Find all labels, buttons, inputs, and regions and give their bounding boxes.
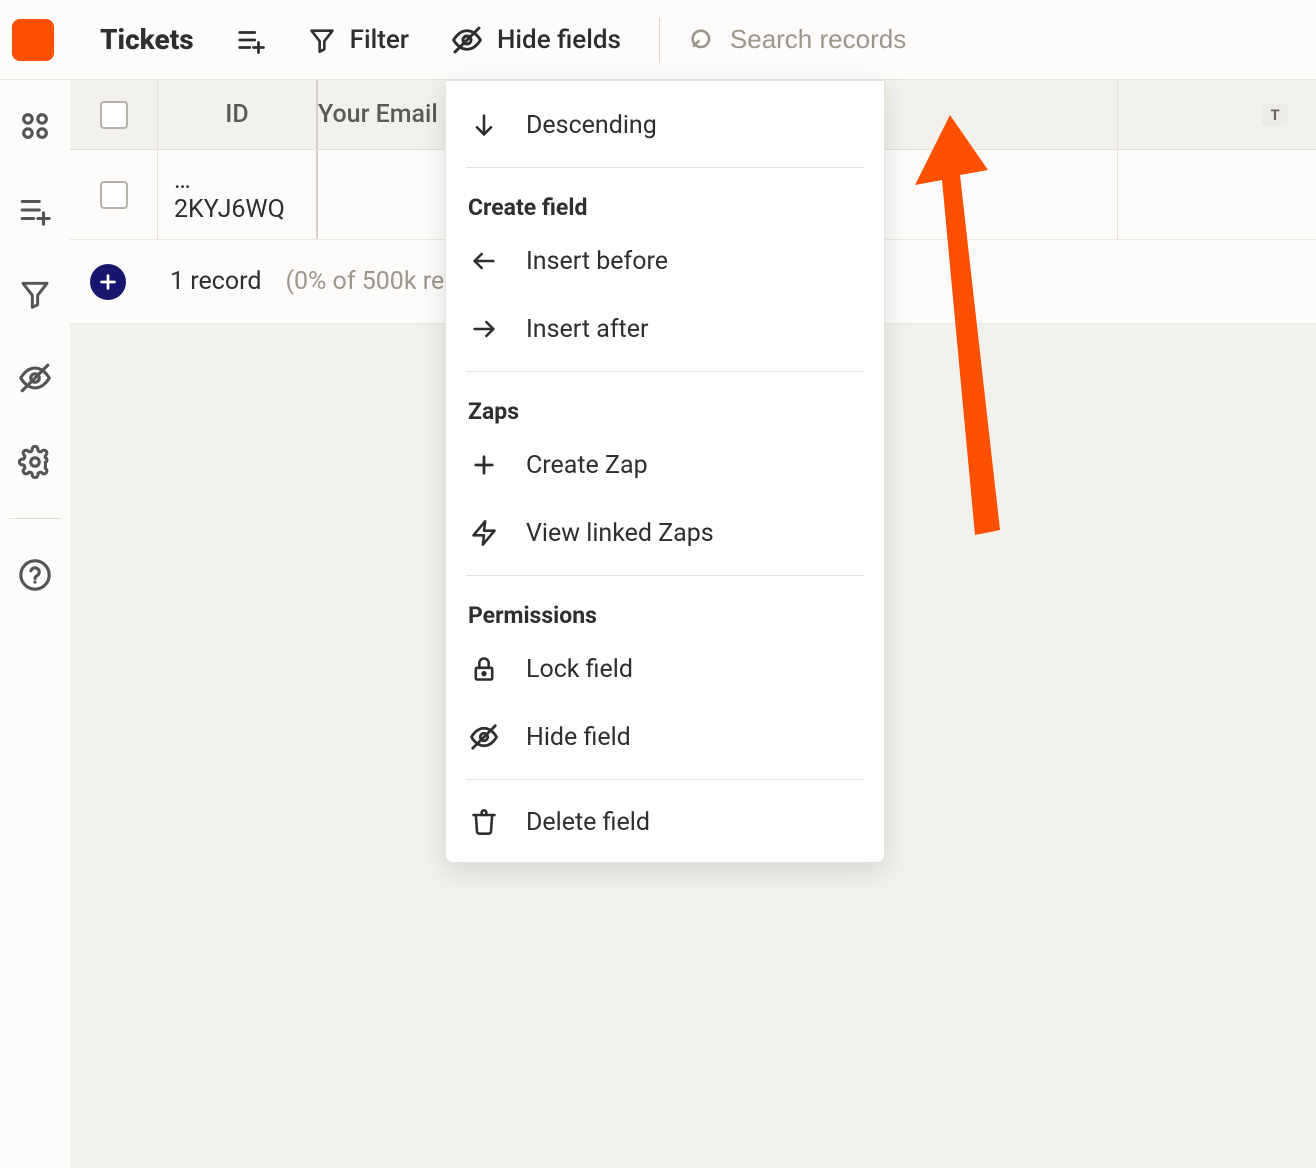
menu-item-label: Delete field xyxy=(526,808,650,837)
trash-icon xyxy=(468,806,500,838)
sidebar-item-add-list[interactable] xyxy=(17,192,53,228)
checkbox-icon[interactable] xyxy=(100,181,128,209)
plus-icon xyxy=(468,449,500,481)
cell-id-value: …2KYJ6WQ xyxy=(174,166,300,224)
bolt-icon xyxy=(468,517,500,549)
column-header-id-label: ID xyxy=(225,100,248,129)
sidebar-divider xyxy=(9,518,61,519)
sidebar-item-hidden[interactable] xyxy=(17,360,53,396)
menu-item-label: Lock field xyxy=(526,655,633,684)
sidebar-item-settings[interactable] xyxy=(17,444,53,480)
list-plus-icon xyxy=(236,25,266,55)
topbar: Tickets Filter Hide fields xyxy=(0,0,1316,80)
sidebar-item-help[interactable] xyxy=(17,557,53,593)
search-wrap[interactable] xyxy=(688,24,1304,55)
sidebar-item-filter[interactable] xyxy=(17,276,53,312)
menu-section-permissions: Permissions xyxy=(446,584,884,635)
arrow-down-icon xyxy=(468,109,500,141)
menu-item-label: Insert after xyxy=(526,315,648,344)
menu-divider xyxy=(466,575,864,576)
toolbar-divider xyxy=(659,18,660,62)
record-count: 1 record xyxy=(170,267,261,296)
hide-fields-label: Hide fields xyxy=(497,25,621,55)
menu-item-label: View linked Zaps xyxy=(526,519,714,548)
brand-icon xyxy=(12,19,54,61)
cell-extra[interactable] xyxy=(1118,150,1316,239)
menu-section-zaps: Zaps xyxy=(446,380,884,431)
menu-item-insert-after[interactable]: Insert after xyxy=(446,295,884,363)
arrow-right-icon xyxy=(468,313,500,345)
column-header-id[interactable]: ID xyxy=(158,80,318,149)
menu-item-hide-field[interactable]: Hide field xyxy=(446,703,884,771)
hide-fields-button[interactable]: Hide fields xyxy=(441,18,631,62)
menu-item-label: Descending xyxy=(526,111,657,140)
menu-divider xyxy=(466,167,864,168)
search-icon xyxy=(688,26,716,54)
column-header-extra[interactable]: T xyxy=(1118,80,1316,149)
menu-item-label: Create Zap xyxy=(526,451,648,480)
page-title: Tickets xyxy=(100,23,194,56)
record-limit: (0% of 500k re xyxy=(285,267,444,296)
column-header-email-label: Your Email xyxy=(318,100,438,129)
checkbox-icon[interactable] xyxy=(100,101,128,129)
add-record-button[interactable] xyxy=(90,264,126,300)
sidebar-item-relations[interactable] xyxy=(17,108,53,144)
eye-off-icon xyxy=(451,24,483,56)
menu-item-view-zaps[interactable]: View linked Zaps xyxy=(446,499,884,567)
sidebar xyxy=(0,80,70,1168)
column-context-menu: Descending Create field Insert before In… xyxy=(445,80,885,863)
funnel-icon xyxy=(308,26,336,54)
menu-item-create-zap[interactable]: Create Zap xyxy=(446,431,884,499)
lock-icon xyxy=(468,653,500,685)
search-input[interactable] xyxy=(730,24,1304,55)
menu-item-delete-field[interactable]: Delete field xyxy=(446,788,884,856)
menu-item-insert-before[interactable]: Insert before xyxy=(446,227,884,295)
cell-id[interactable]: …2KYJ6WQ xyxy=(158,150,318,239)
menu-item-label: Insert before xyxy=(526,247,668,276)
add-view-button[interactable] xyxy=(226,19,276,61)
menu-divider xyxy=(466,371,864,372)
text-type-icon: T xyxy=(1262,104,1288,126)
filter-label: Filter xyxy=(350,25,409,55)
arrow-left-icon xyxy=(468,245,500,277)
row-checkbox-cell[interactable] xyxy=(70,150,158,239)
menu-section-create-field: Create field xyxy=(446,176,884,227)
eye-off-icon xyxy=(468,721,500,753)
filter-button[interactable]: Filter xyxy=(298,19,419,61)
header-checkbox-cell[interactable] xyxy=(70,80,158,149)
menu-item-label: Hide field xyxy=(526,723,631,752)
menu-divider xyxy=(466,779,864,780)
menu-item-lock-field[interactable]: Lock field xyxy=(446,635,884,703)
menu-item-descending[interactable]: Descending xyxy=(446,91,884,159)
